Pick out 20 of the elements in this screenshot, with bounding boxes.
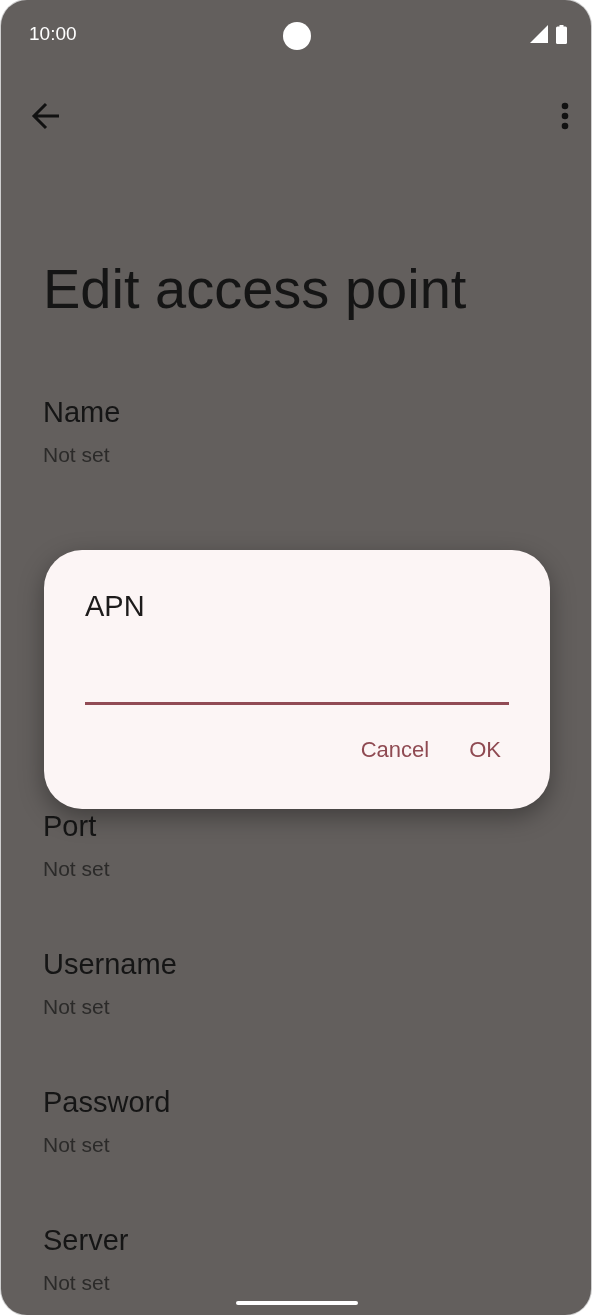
dialog-button[interactable]: OK — [455, 729, 515, 771]
setting-title[interactable]: Name — [43, 392, 121, 432]
setting-title[interactable]: Username — [43, 944, 177, 984]
setting-summary: Not set — [43, 994, 110, 1020]
more-options-icon[interactable] — [561, 102, 569, 130]
page-title: Edit access point — [43, 256, 468, 322]
setting-title[interactable]: Password — [43, 1082, 171, 1122]
setting-summary: Not set — [43, 1270, 110, 1296]
dialog-title: APN — [85, 589, 145, 624]
status-time: 10:00 — [29, 23, 77, 45]
setting-title[interactable]: Server — [43, 1220, 129, 1260]
dialog-button[interactable]: Cancel — [346, 729, 444, 771]
setting-title[interactable]: Port — [43, 806, 97, 846]
signal-icon — [530, 25, 548, 43]
camera-cutout — [283, 22, 311, 50]
setting-summary: Not set — [43, 442, 110, 468]
setting-summary: Not set — [43, 1132, 110, 1158]
battery-icon — [556, 24, 567, 44]
back-arrow-icon[interactable] — [31, 102, 61, 130]
setting-summary: Not set — [43, 856, 110, 882]
